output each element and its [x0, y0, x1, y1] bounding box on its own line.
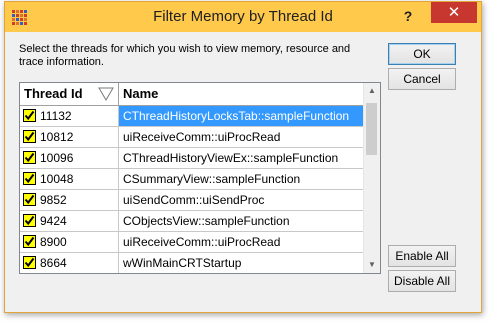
table-row[interactable]: 10096 CThreadHistoryViewEx::sampleFunctio… [20, 148, 364, 169]
instructions-text: Select the threads for which you wish to… [19, 43, 351, 68]
checkmark-icon [24, 194, 35, 205]
thread-name-cell: CSummaryView::sampleFunction [123, 172, 301, 186]
thread-id-text: 8664 [40, 256, 67, 270]
thread-id-text: 10048 [40, 172, 74, 186]
table-row[interactable]: 10048 CSummaryView::sampleFunction [20, 169, 364, 190]
checkmark-icon [24, 152, 35, 163]
thread-id-cell: 11132 [20, 106, 119, 126]
thread-grid[interactable]: Thread Id Name 11132 CThreadHistoryLocksT… [19, 82, 381, 274]
table-row[interactable]: 9424 CObjectsView::sampleFunction [20, 211, 364, 232]
table-row[interactable]: 8664 wWinMainCRTStartup [20, 253, 364, 273]
thread-checkbox[interactable] [23, 172, 36, 185]
column-header-name[interactable]: Name [119, 83, 364, 105]
close-button[interactable]: ✕ [431, 2, 477, 23]
enable-all-button[interactable]: Enable All [388, 245, 456, 267]
checkmark-icon [24, 236, 35, 247]
thread-id-cell: 9852 [20, 190, 119, 210]
help-button[interactable]: ? [398, 6, 418, 26]
thread-checkbox[interactable] [23, 256, 36, 269]
checkmark-icon [24, 173, 35, 184]
scroll-up-arrow-icon[interactable]: ▲ [364, 83, 380, 99]
scroll-thumb[interactable] [366, 103, 377, 155]
checkmark-icon [24, 257, 35, 268]
thread-name-cell: CThreadHistoryLocksTab::sampleFunction [119, 106, 364, 126]
thread-id-text: 8900 [40, 235, 67, 249]
thread-name-cell: CThreadHistoryViewEx::sampleFunction [123, 151, 339, 165]
thread-id-text: 10812 [40, 130, 74, 144]
thread-checkbox[interactable] [23, 151, 36, 164]
table-row[interactable]: 11132 CThreadHistoryLocksTab::sampleFunct… [20, 106, 364, 127]
checkmark-icon [24, 110, 35, 121]
thread-checkbox[interactable] [23, 109, 36, 122]
checkmark-icon [24, 215, 35, 226]
sort-descending-icon[interactable] [98, 87, 114, 101]
thread-id-text: 10096 [40, 151, 74, 165]
column-header-thread-id-label: Thread Id [24, 86, 83, 101]
thread-name-cell: uiReceiveComm::uiProcRead [123, 130, 281, 144]
scroll-down-arrow-icon[interactable]: ▼ [364, 257, 380, 273]
thread-checkbox[interactable] [23, 193, 36, 206]
thread-name-cell: wWinMainCRTStartup [123, 256, 242, 270]
vertical-scrollbar[interactable]: ▲ ▼ [363, 83, 380, 273]
thread-name-cell: uiSendComm::uiSendProc [123, 193, 265, 207]
cancel-button[interactable]: Cancel [388, 68, 456, 90]
thread-id-cell: 9424 [20, 211, 119, 231]
thread-name-cell: CObjectsView::sampleFunction [123, 214, 290, 228]
title-bar[interactable]: Filter Memory by Thread Id ? ✕ [5, 2, 481, 32]
ok-button[interactable]: OK [388, 43, 456, 65]
thread-id-cell: 8664 [20, 253, 119, 273]
thread-id-text: 9424 [40, 214, 67, 228]
thread-id-cell: 8900 [20, 232, 119, 252]
grid-rows: 11132 CThreadHistoryLocksTab::sampleFunct… [20, 106, 364, 273]
thread-checkbox[interactable] [23, 235, 36, 248]
thread-name-cell: uiReceiveComm::uiProcRead [123, 235, 281, 249]
filter-dialog: Filter Memory by Thread Id ? ✕ Select th… [4, 1, 482, 313]
checkmark-icon [24, 131, 35, 142]
disable-all-button[interactable]: Disable All [388, 270, 456, 292]
thread-id-text: 9852 [40, 193, 67, 207]
grid-header: Thread Id Name [20, 83, 364, 106]
table-row[interactable]: 10812 uiReceiveComm::uiProcRead [20, 127, 364, 148]
table-row[interactable]: 9852 uiSendComm::uiSendProc [20, 190, 364, 211]
table-row[interactable]: 8900 uiReceiveComm::uiProcRead [20, 232, 364, 253]
thread-checkbox[interactable] [23, 214, 36, 227]
thread-id-cell: 10096 [20, 148, 119, 168]
thread-id-cell: 10048 [20, 169, 119, 189]
thread-checkbox[interactable] [23, 130, 36, 143]
thread-id-cell: 10812 [20, 127, 119, 147]
column-header-name-label: Name [123, 86, 159, 101]
thread-id-text: 11132 [40, 109, 72, 123]
